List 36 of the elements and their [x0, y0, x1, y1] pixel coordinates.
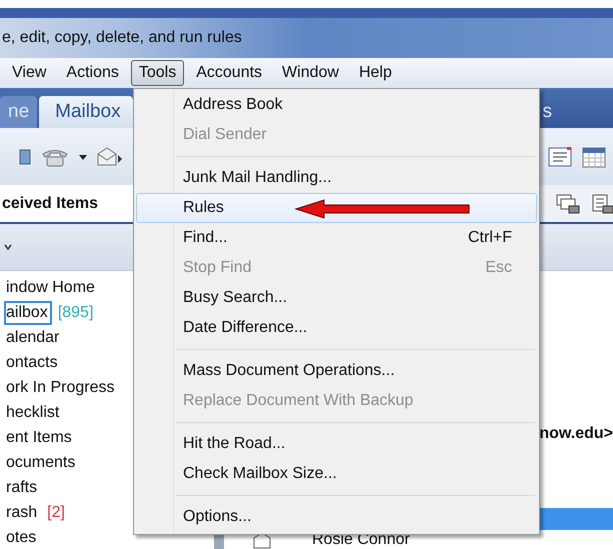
menu-item[interactable]: Window	[274, 60, 347, 86]
folder-item[interactable]: ork In Progress	[4, 376, 118, 400]
menu-item[interactable]: Help	[350, 60, 400, 86]
folder-item[interactable]: alendar	[4, 326, 64, 350]
windows-icon[interactable]	[555, 192, 581, 214]
unread-count: [895]	[58, 304, 94, 322]
menu-item[interactable]: Address Book	[136, 90, 537, 120]
folder-item[interactable]: hecklist	[4, 400, 64, 424]
menu-item[interactable]: Tools	[130, 60, 184, 86]
menu-item[interactable]: Accounts	[188, 60, 270, 86]
folder-item[interactable]: indow Home	[4, 276, 99, 300]
document-list-icon[interactable]	[591, 192, 613, 214]
menu-item[interactable]: Actions	[58, 60, 127, 86]
tab[interactable]: Mailbox	[39, 96, 133, 128]
chevron-icon[interactable]	[4, 243, 12, 251]
menu-item[interactable]: Busy Search...	[136, 283, 537, 313]
folder-item[interactable]: rafts	[4, 476, 42, 500]
document-icon[interactable]	[547, 146, 573, 168]
folder-item[interactable]: ent Items	[4, 426, 76, 450]
menu-item[interactable]: Date Difference...	[136, 313, 537, 343]
folder-item[interactable]: otes	[4, 526, 40, 549]
menu-item[interactable]: View	[4, 60, 54, 86]
envelope-icon[interactable]	[96, 146, 123, 168]
folder-item[interactable]: ocuments	[4, 450, 80, 474]
tab[interactable]: s	[540, 96, 555, 128]
menu-item[interactable]: Check Mailbox Size...	[136, 459, 537, 489]
calendar-icon[interactable]	[581, 146, 607, 168]
email-address: now.edu>	[539, 425, 613, 444]
menu-item[interactable]: Mass Document Operations...	[136, 356, 537, 386]
folder-item[interactable]: ailbox	[4, 300, 52, 324]
menu-item[interactable]: Hit the Road...	[136, 429, 537, 459]
folder-item[interactable]: rash	[4, 500, 42, 524]
unread-count: [2]	[47, 504, 65, 522]
window-title: e, edit, copy, delete, and run rules	[1, 29, 242, 47]
menu-item[interactable]: Options...	[136, 502, 537, 532]
folder-item[interactable]: ontacts	[4, 350, 62, 374]
